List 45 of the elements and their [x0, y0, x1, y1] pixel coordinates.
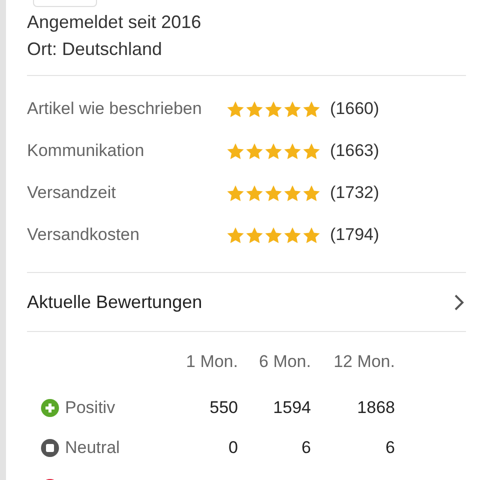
member-since-text: Angemeldet seit 2016 — [27, 11, 202, 34]
column-header: 6 Mon. — [258, 351, 311, 374]
table-cell-text: 550 — [208, 397, 238, 420]
table-cell-text: 6 — [300, 437, 311, 460]
rating-count: (1794) — [330, 224, 380, 246]
column-header: 1 Mon. — [185, 351, 238, 374]
star-icon — [226, 142, 245, 160]
table-cell-text: 6 — [384, 437, 395, 460]
feedback-label: Positiv — [65, 397, 116, 420]
chevron-right-icon — [454, 294, 464, 310]
star-icon — [302, 100, 321, 118]
rating-count: (1663) — [330, 140, 380, 162]
star-icon — [226, 100, 245, 118]
plus-circle-icon — [41, 399, 59, 417]
column-header: 12 Mon. — [332, 351, 395, 374]
star-icon — [245, 100, 264, 118]
star-icon — [283, 184, 302, 202]
star-icon — [283, 142, 302, 160]
star-icon — [226, 184, 245, 202]
rating-count: (1732) — [330, 182, 380, 204]
rating-label: Versandkosten — [27, 224, 140, 246]
star-icon — [245, 226, 264, 244]
star-icon — [264, 142, 283, 160]
table-cell-text: 0 — [228, 437, 238, 460]
star-icon — [283, 100, 302, 118]
feedback-label: Neutral — [65, 437, 120, 460]
table-cell-text: 1868 — [356, 397, 395, 420]
recent-ratings-link[interactable]: Aktuelle Bewertungen — [27, 273, 466, 331]
star-icon — [302, 226, 321, 244]
stop-circle-icon — [41, 439, 59, 457]
rating-label: Versandzeit — [27, 182, 117, 204]
rating-label: Artikel wie beschrieben — [27, 98, 203, 120]
star-icon — [264, 100, 283, 118]
star-icon — [302, 142, 321, 160]
star-icon — [245, 184, 264, 202]
location-text: Ort: Deutschland — [27, 38, 164, 61]
star-icon — [264, 226, 283, 244]
rating-label: Kommunikation — [27, 140, 146, 162]
star-icon — [302, 184, 321, 202]
star-icon — [264, 184, 283, 202]
star-icon — [283, 226, 302, 244]
table-cell-text: 1594 — [272, 397, 311, 420]
rating-count: (1660) — [330, 98, 380, 120]
star-icon — [245, 142, 264, 160]
star-icon — [226, 226, 245, 244]
